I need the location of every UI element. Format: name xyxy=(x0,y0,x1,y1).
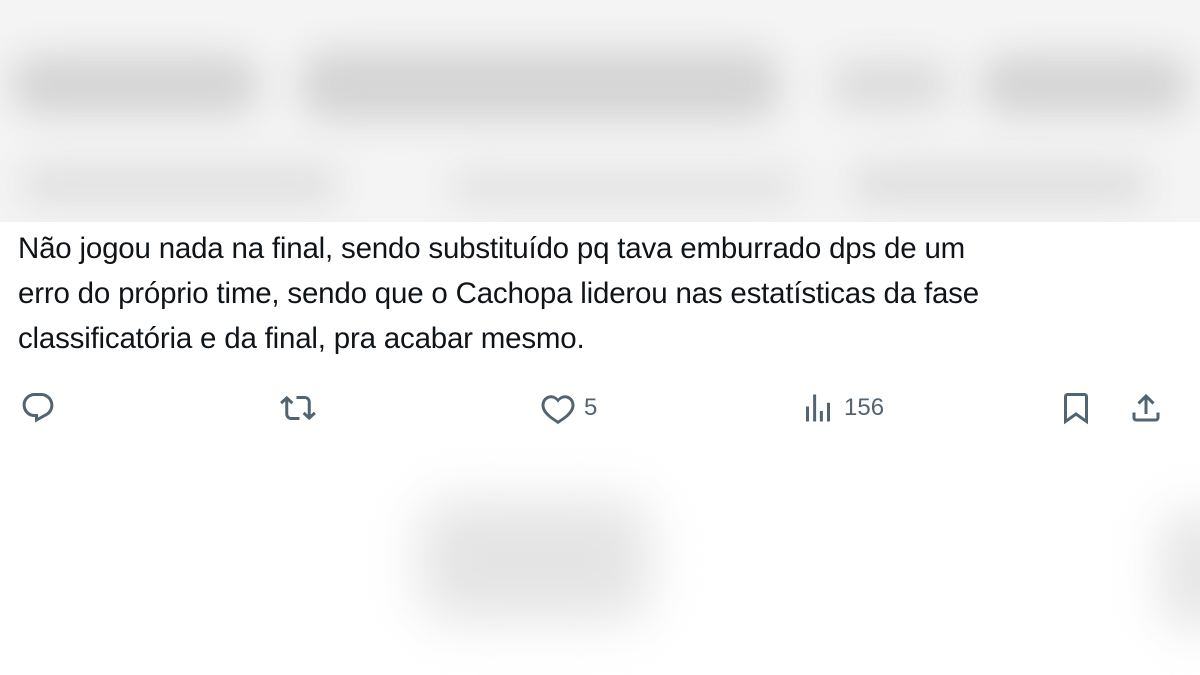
views-count: 156 xyxy=(844,394,885,421)
share-upload-icon xyxy=(1128,390,1164,426)
like-count: 5 xyxy=(584,394,598,421)
tweet-text: Não jogou nada na final, sendo substituí… xyxy=(18,226,1183,361)
heart-icon xyxy=(540,390,576,426)
tweet-text-line: erro do próprio time, sendo que o Cachop… xyxy=(18,277,979,310)
reply-bubble-icon xyxy=(20,390,56,426)
tweet-action-bar: 5 156 xyxy=(0,386,1200,430)
bar-chart-icon xyxy=(800,390,836,426)
bookmark-icon xyxy=(1058,390,1094,426)
tweet-screenshot: Não jogou nada na final, sendo substituí… xyxy=(0,0,1200,675)
retweet-icon xyxy=(278,390,318,426)
blurred-bottom-region xyxy=(0,440,1200,675)
share-button[interactable] xyxy=(1128,386,1164,430)
retweet-button[interactable] xyxy=(278,386,318,430)
tweet-text-line: classificatória e da final, pra acabar m… xyxy=(18,322,585,355)
bookmark-button[interactable] xyxy=(1058,386,1094,430)
tweet-text-line: Não jogou nada na final, sendo substituí… xyxy=(18,232,966,265)
blurred-header-region xyxy=(0,0,1200,222)
reply-button[interactable] xyxy=(20,386,56,430)
views-button[interactable]: 156 xyxy=(800,386,884,430)
like-button[interactable]: 5 xyxy=(540,386,597,430)
